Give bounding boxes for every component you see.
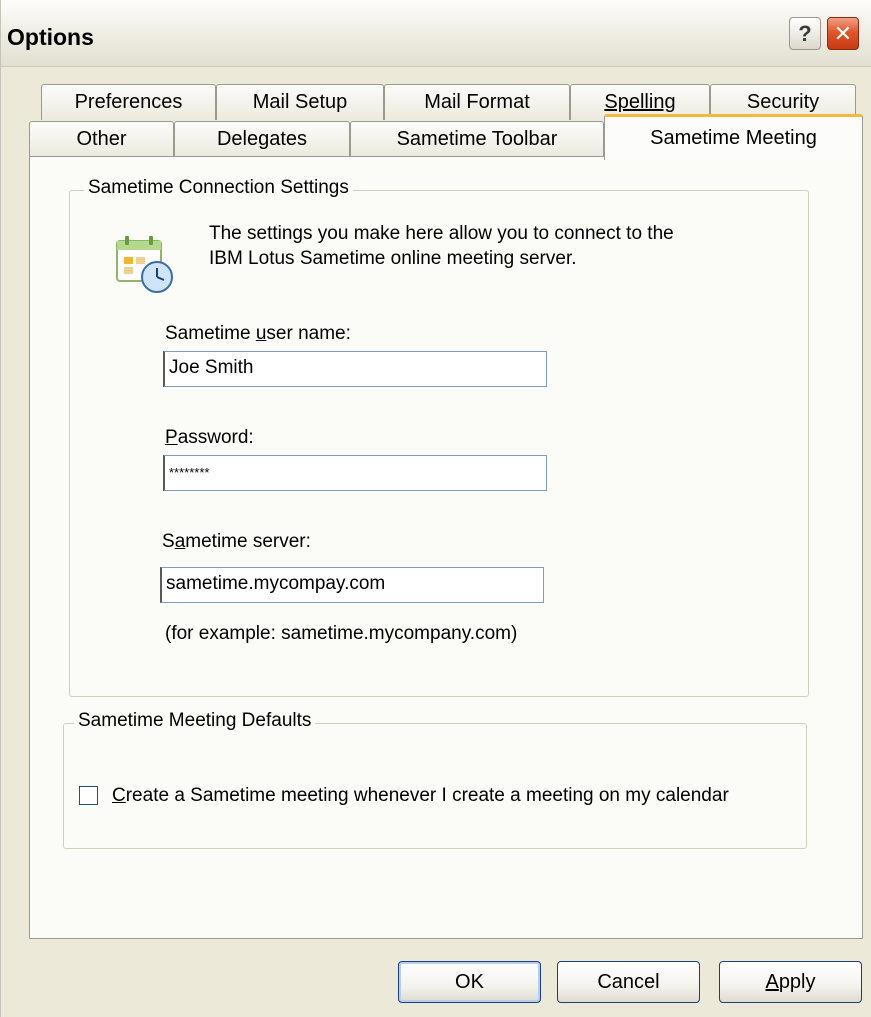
server-label-part: S [162, 531, 175, 552]
dialog-title: Options [7, 24, 94, 50]
title-bar[interactable]: Options ? ✕ [1, 0, 871, 67]
tab-mail-format[interactable]: Mail Format [384, 84, 570, 120]
server-field[interactable]: sametime.mycompay.com [160, 567, 544, 603]
tab-label: Mail Format [424, 91, 530, 113]
ok-button[interactable]: OK [398, 961, 541, 1003]
tab-label: Mail Setup [252, 91, 348, 113]
password-field[interactable]: ******** [163, 455, 547, 491]
username-label-part: Sametime [165, 323, 256, 344]
tab-delegates[interactable]: Delegates [174, 121, 350, 157]
tab-label: Preferences [74, 91, 183, 113]
server-label-part: metime server: [185, 531, 311, 552]
close-button[interactable]: ✕ [827, 17, 859, 50]
create-meeting-label-text: reate a Sametime meeting whenever I crea… [125, 785, 729, 806]
password-label: Password: [165, 427, 254, 449]
tab-sametime-toolbar[interactable]: Sametime Toolbar [350, 121, 604, 157]
username-label-part: ser name: [266, 323, 351, 344]
connection-info-line1: The settings you make here allow you to … [209, 223, 674, 244]
tab-preferences[interactable]: Preferences [41, 84, 216, 120]
cancel-button[interactable]: Cancel [557, 961, 700, 1003]
tab-sametime-meeting[interactable]: Sametime Meeting [604, 114, 863, 160]
server-label-accesskey: a [174, 531, 186, 552]
meeting-defaults-legend: Sametime Meeting Defaults [74, 710, 316, 732]
close-icon: ✕ [833, 20, 853, 46]
options-dialog: Options ? ✕ Preferences Mail Setup Mail … [0, 0, 871, 1017]
password-label-accesskey: P [165, 427, 178, 448]
apply-button[interactable]: Apply [719, 961, 862, 1003]
server-label: Sametime server: [162, 531, 311, 553]
help-icon: ? [798, 20, 812, 46]
server-hint: (for example: sametime.mycompany.com) [165, 623, 518, 644]
connection-info-line2: IBM Lotus Sametime online meeting server… [209, 248, 577, 269]
apply-label: pply [778, 970, 816, 993]
tab-other[interactable]: Other [29, 121, 174, 157]
apply-accesskey: A [765, 970, 779, 993]
connection-settings-group: Sametime Connection Settings The setting… [69, 177, 809, 697]
tab-label: Other [76, 128, 127, 150]
cancel-label: Cancel [597, 970, 660, 993]
calendar-clock-icon [113, 233, 177, 297]
tab-label: Sametime Meeting [650, 127, 817, 149]
username-field[interactable]: Joe Smith [163, 351, 547, 387]
create-meeting-label[interactable]: Create a Sametime meeting whenever I cre… [112, 785, 729, 807]
create-meeting-checkbox[interactable] [79, 786, 98, 805]
tab-panel-sametime-meeting: Sametime Connection Settings The setting… [29, 156, 863, 939]
create-meeting-accesskey: C [112, 785, 126, 806]
password-label-part: assword: [177, 427, 254, 448]
username-label: Sametime user name: [165, 323, 351, 345]
help-button[interactable]: ? [789, 17, 821, 50]
tab-mail-setup[interactable]: Mail Setup [216, 84, 384, 120]
connection-settings-legend: Sametime Connection Settings [84, 177, 353, 199]
ok-label: OK [455, 970, 484, 993]
tab-label: Sametime Toolbar [396, 128, 558, 150]
tab-label: Spelling [604, 91, 676, 113]
username-label-accesskey: u [255, 323, 267, 344]
tab-label: Security [746, 91, 820, 113]
tab-label: Delegates [216, 128, 308, 150]
